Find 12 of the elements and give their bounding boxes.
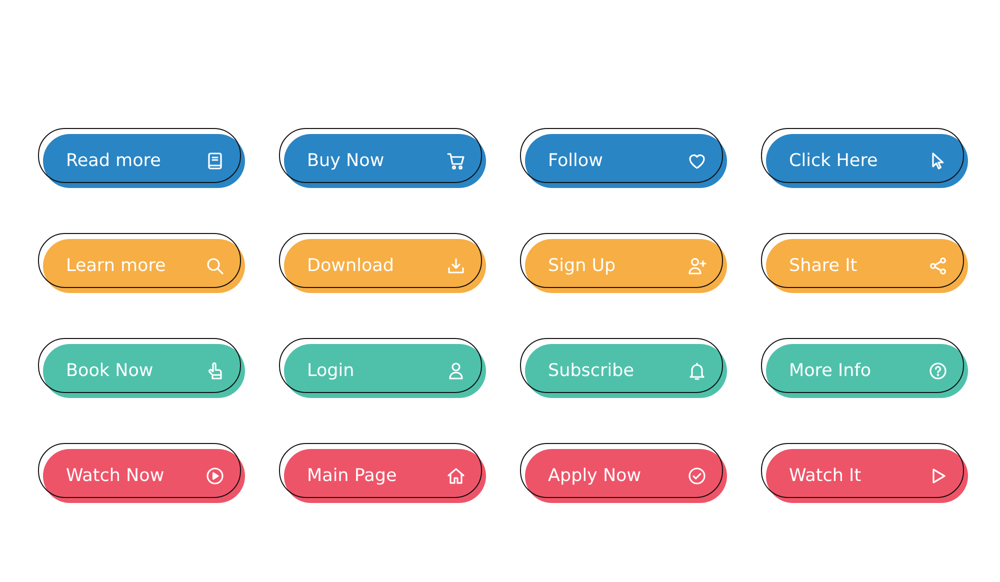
help-icon — [928, 361, 948, 381]
book-icon — [205, 151, 225, 171]
user-icon — [446, 361, 466, 381]
play-circle-icon — [205, 466, 225, 486]
search-icon — [205, 256, 225, 276]
add-user-icon — [687, 256, 707, 276]
download-icon — [446, 256, 466, 276]
home-icon — [446, 466, 466, 486]
cart-icon — [446, 151, 466, 171]
bell-icon — [687, 361, 707, 381]
check-circle-icon — [687, 466, 707, 486]
share-icon — [928, 256, 948, 276]
